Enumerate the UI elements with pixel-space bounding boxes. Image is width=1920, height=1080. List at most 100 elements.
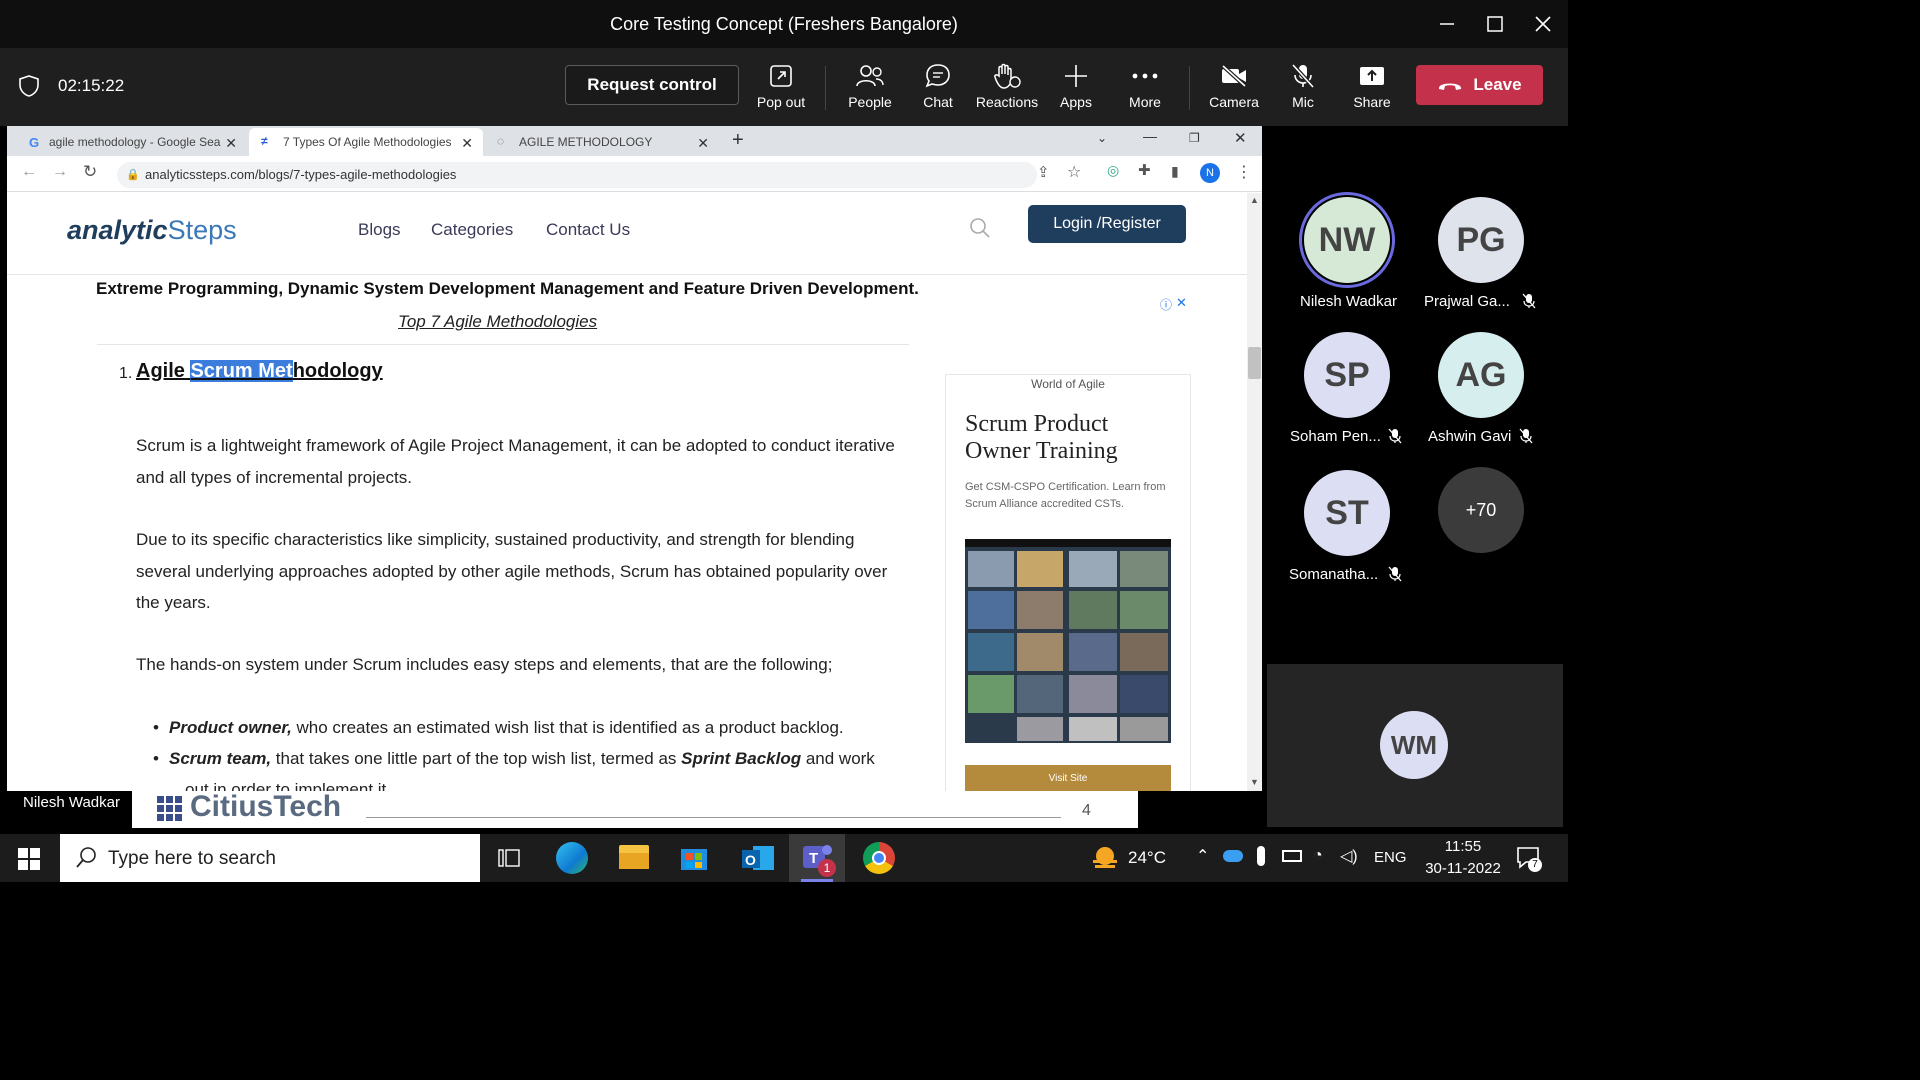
puzzle-icon[interactable]: ✚ (1138, 161, 1151, 179)
scroll-up-icon[interactable]: ▲ (1250, 195, 1259, 205)
leave-label: Leave (1473, 75, 1522, 94)
tab-search-icon[interactable]: ⌄ (1097, 131, 1107, 145)
login-register-button[interactable]: Login /Register (1028, 205, 1186, 243)
sidepanel-icon[interactable]: ▮ (1171, 163, 1179, 180)
shield-icon (19, 75, 39, 97)
browser-menu-icon[interactable]: ⋮ (1236, 162, 1252, 182)
avatar[interactable]: ST (1304, 470, 1390, 556)
onedrive-icon[interactable] (1223, 850, 1243, 862)
more-button[interactable]: More (1110, 60, 1180, 116)
new-tab-button[interactable]: + (732, 129, 744, 152)
more-participants-button[interactable]: +70 (1438, 467, 1524, 553)
profile-avatar[interactable]: N (1200, 163, 1220, 183)
avatar[interactable]: PG (1438, 197, 1524, 283)
file-explorer-icon[interactable] (619, 845, 649, 869)
reactions-button[interactable]: Reactions (972, 60, 1042, 116)
participants-panel (1262, 126, 1568, 664)
figure-caption: Top 7 Agile Methodologies (398, 312, 598, 331)
share-button[interactable]: Share (1337, 60, 1407, 116)
windows-start-icon[interactable] (18, 848, 40, 870)
back-icon[interactable]: ← (21, 163, 37, 181)
pop-out-button[interactable]: Pop out (746, 60, 816, 116)
browser-minimize-icon[interactable]: — (1143, 128, 1157, 144)
close-tab-icon[interactable]: ✕ (225, 135, 237, 152)
language-indicator[interactable]: ENG (1374, 849, 1407, 866)
bookmark-star-icon[interactable]: ☆ (1067, 162, 1081, 182)
bullet: • (153, 718, 159, 737)
participant-name: Ashwin Gavi (1428, 428, 1512, 445)
ad-card: World of Agile Scrum Product Owner Train… (945, 374, 1191, 791)
camera-label: Camera (1209, 94, 1259, 110)
maximize-icon[interactable] (1480, 10, 1510, 38)
scrollbar-thumb[interactable] (1248, 347, 1261, 379)
url-field[interactable]: 🔒 analyticssteps.com/blogs/7-types-agile… (117, 162, 1037, 188)
mic-button[interactable]: Mic (1268, 60, 1338, 116)
more-dots-icon (1132, 60, 1158, 92)
ad-info-icon[interactable]: ⓘ (1160, 296, 1172, 313)
browser-tab-label: agile methodology - Google Sea (49, 135, 221, 149)
ad-banner[interactable]: ⓘ ✕ World of Agile Scrum Product Owner T… (934, 286, 1202, 791)
citiustech-logo-icon (157, 796, 183, 822)
browser-tab[interactable]: G agile methodology - Google Sea ✕ (15, 128, 247, 156)
nav-categories[interactable]: Categories (431, 220, 513, 240)
slide-page-number: 4 (1082, 802, 1091, 819)
scroll-down-icon[interactable]: ▼ (1250, 777, 1259, 787)
google-icon: G (29, 135, 40, 150)
site-logo[interactable]: analyticSteps (67, 215, 237, 246)
leave-button[interactable]: Leave (1416, 65, 1543, 105)
nav-blogs[interactable]: Blogs (358, 220, 401, 240)
page-scrollbar[interactable]: ▲ ▼ (1247, 193, 1262, 791)
avatar[interactable]: NW (1304, 197, 1390, 283)
browser-restore-icon[interactable]: ❐ (1189, 131, 1200, 145)
camera-button[interactable]: Camera (1199, 60, 1269, 116)
edge-icon[interactable] (556, 842, 588, 874)
share-page-icon[interactable]: ⇪ (1037, 163, 1050, 181)
outlook-icon[interactable]: O (741, 842, 775, 874)
reload-icon[interactable]: ↻ (83, 162, 97, 182)
divider (97, 344, 909, 345)
close-tab-icon[interactable]: ✕ (697, 135, 709, 152)
clock-time[interactable]: 11:55 (1418, 838, 1508, 855)
heading-text: Agile (136, 360, 191, 382)
battery-icon[interactable] (1282, 850, 1302, 862)
microphone-icon[interactable] (1257, 846, 1265, 866)
search-icon[interactable] (969, 217, 991, 239)
loading-icon: ◌ (497, 134, 505, 148)
avatar[interactable]: SP (1304, 332, 1390, 418)
list-text: and work (801, 749, 875, 768)
notification-center-icon[interactable]: 7 (1516, 846, 1542, 872)
store-icon[interactable] (680, 843, 708, 871)
ad-close-icon[interactable]: ✕ (1176, 295, 1187, 311)
extension-icon[interactable]: ◎ (1107, 162, 1119, 179)
taskbar-search-box[interactable]: Type here to search (60, 834, 480, 882)
apps-button[interactable]: Apps (1041, 60, 1111, 116)
request-control-button[interactable]: Request control (565, 65, 739, 105)
people-button[interactable]: People (835, 60, 905, 116)
reactions-label: Reactions (975, 94, 1039, 110)
forward-icon[interactable]: → (52, 163, 68, 181)
nav-contact[interactable]: Contact Us (546, 220, 630, 240)
minimize-icon[interactable] (1432, 10, 1462, 38)
share-icon (1358, 60, 1386, 92)
chevron-up-icon[interactable]: ⌃ (1196, 846, 1209, 866)
weather-icon[interactable] (1090, 843, 1120, 873)
browser-tab[interactable]: ◌ AGILE METHODOLOGY ✕ (485, 128, 719, 156)
close-tab-icon[interactable]: ✕ (461, 135, 473, 152)
browser-tab-label: AGILE METHODOLOGY (519, 135, 653, 149)
ad-visit-site-button[interactable]: Visit Site (965, 765, 1171, 791)
browser-close-icon[interactable]: ✕ (1234, 129, 1247, 147)
teams-taskbar-button[interactable]: T 1 (789, 834, 845, 882)
close-icon[interactable] (1528, 10, 1558, 38)
avatar[interactable]: WM (1380, 711, 1448, 779)
chat-button[interactable]: Chat (903, 60, 973, 116)
apps-plus-icon (1064, 60, 1088, 92)
hang-up-icon (1437, 79, 1463, 91)
avatar[interactable]: AG (1438, 332, 1524, 418)
task-view-icon[interactable] (498, 847, 520, 869)
chrome-icon[interactable] (863, 842, 895, 874)
wifi-icon[interactable]: ◔ (1313, 847, 1323, 865)
volume-icon[interactable]: ◁) (1340, 846, 1358, 866)
clock-date[interactable]: 30-11-2022 (1418, 860, 1508, 877)
browser-tab-active[interactable]: ≠ 7 Types Of Agile Methodologies ✕ (249, 128, 483, 156)
footer-line (366, 817, 1061, 818)
